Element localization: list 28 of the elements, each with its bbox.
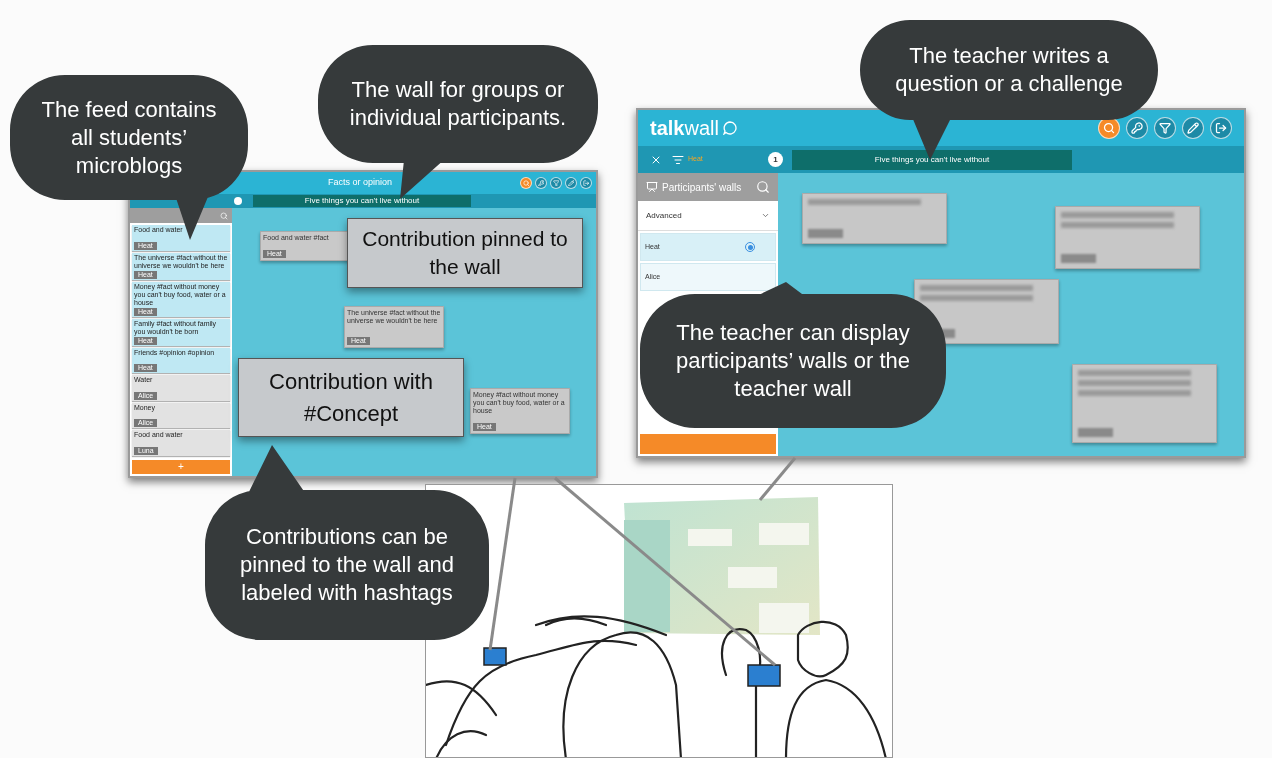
annotation-label: Contribution with #Concept: [238, 358, 464, 437]
search-icon: [756, 180, 770, 194]
callout-text: The teacher can display participants’ walls or the teacher wall: [675, 319, 911, 403]
speech-icon: [722, 121, 737, 135]
question-text: Five things you can't live without: [253, 195, 471, 207]
callout-text: The teacher writes a question or a challenge: [894, 42, 1124, 98]
key-icon[interactable]: [1126, 117, 1148, 139]
callout-text: The feed contains all students’ microblogs: [40, 95, 218, 180]
question-text: Five things you can't live without: [792, 149, 1072, 170]
logout-icon[interactable]: [580, 177, 592, 189]
pencil-icon[interactable]: [565, 177, 577, 189]
dropdown[interactable]: Advanced: [638, 201, 778, 231]
filter-icon[interactable]: [1154, 117, 1176, 139]
board-icon: [646, 181, 658, 193]
key-icon[interactable]: [535, 177, 547, 189]
pencil-icon[interactable]: [1182, 117, 1204, 139]
callout-text: The wall for groups or individual participants.: [348, 76, 568, 132]
logout-icon[interactable]: [1210, 117, 1232, 139]
search-icon: [220, 211, 228, 220]
annotation-label: Contribution pinned to the wall: [347, 218, 583, 288]
wall-title: Facts or opinion: [326, 176, 393, 190]
panel-title: Participants' walls: [662, 180, 743, 195]
filter-icon[interactable]: [550, 177, 562, 189]
question-number: 1: [768, 152, 783, 167]
list-icon: [672, 153, 684, 166]
chevron-icon: [761, 211, 770, 220]
logo-text: talkwall: [650, 116, 719, 141]
callout-text: Contributions can be pinned to the wall and labeled with hashtags: [238, 523, 456, 607]
